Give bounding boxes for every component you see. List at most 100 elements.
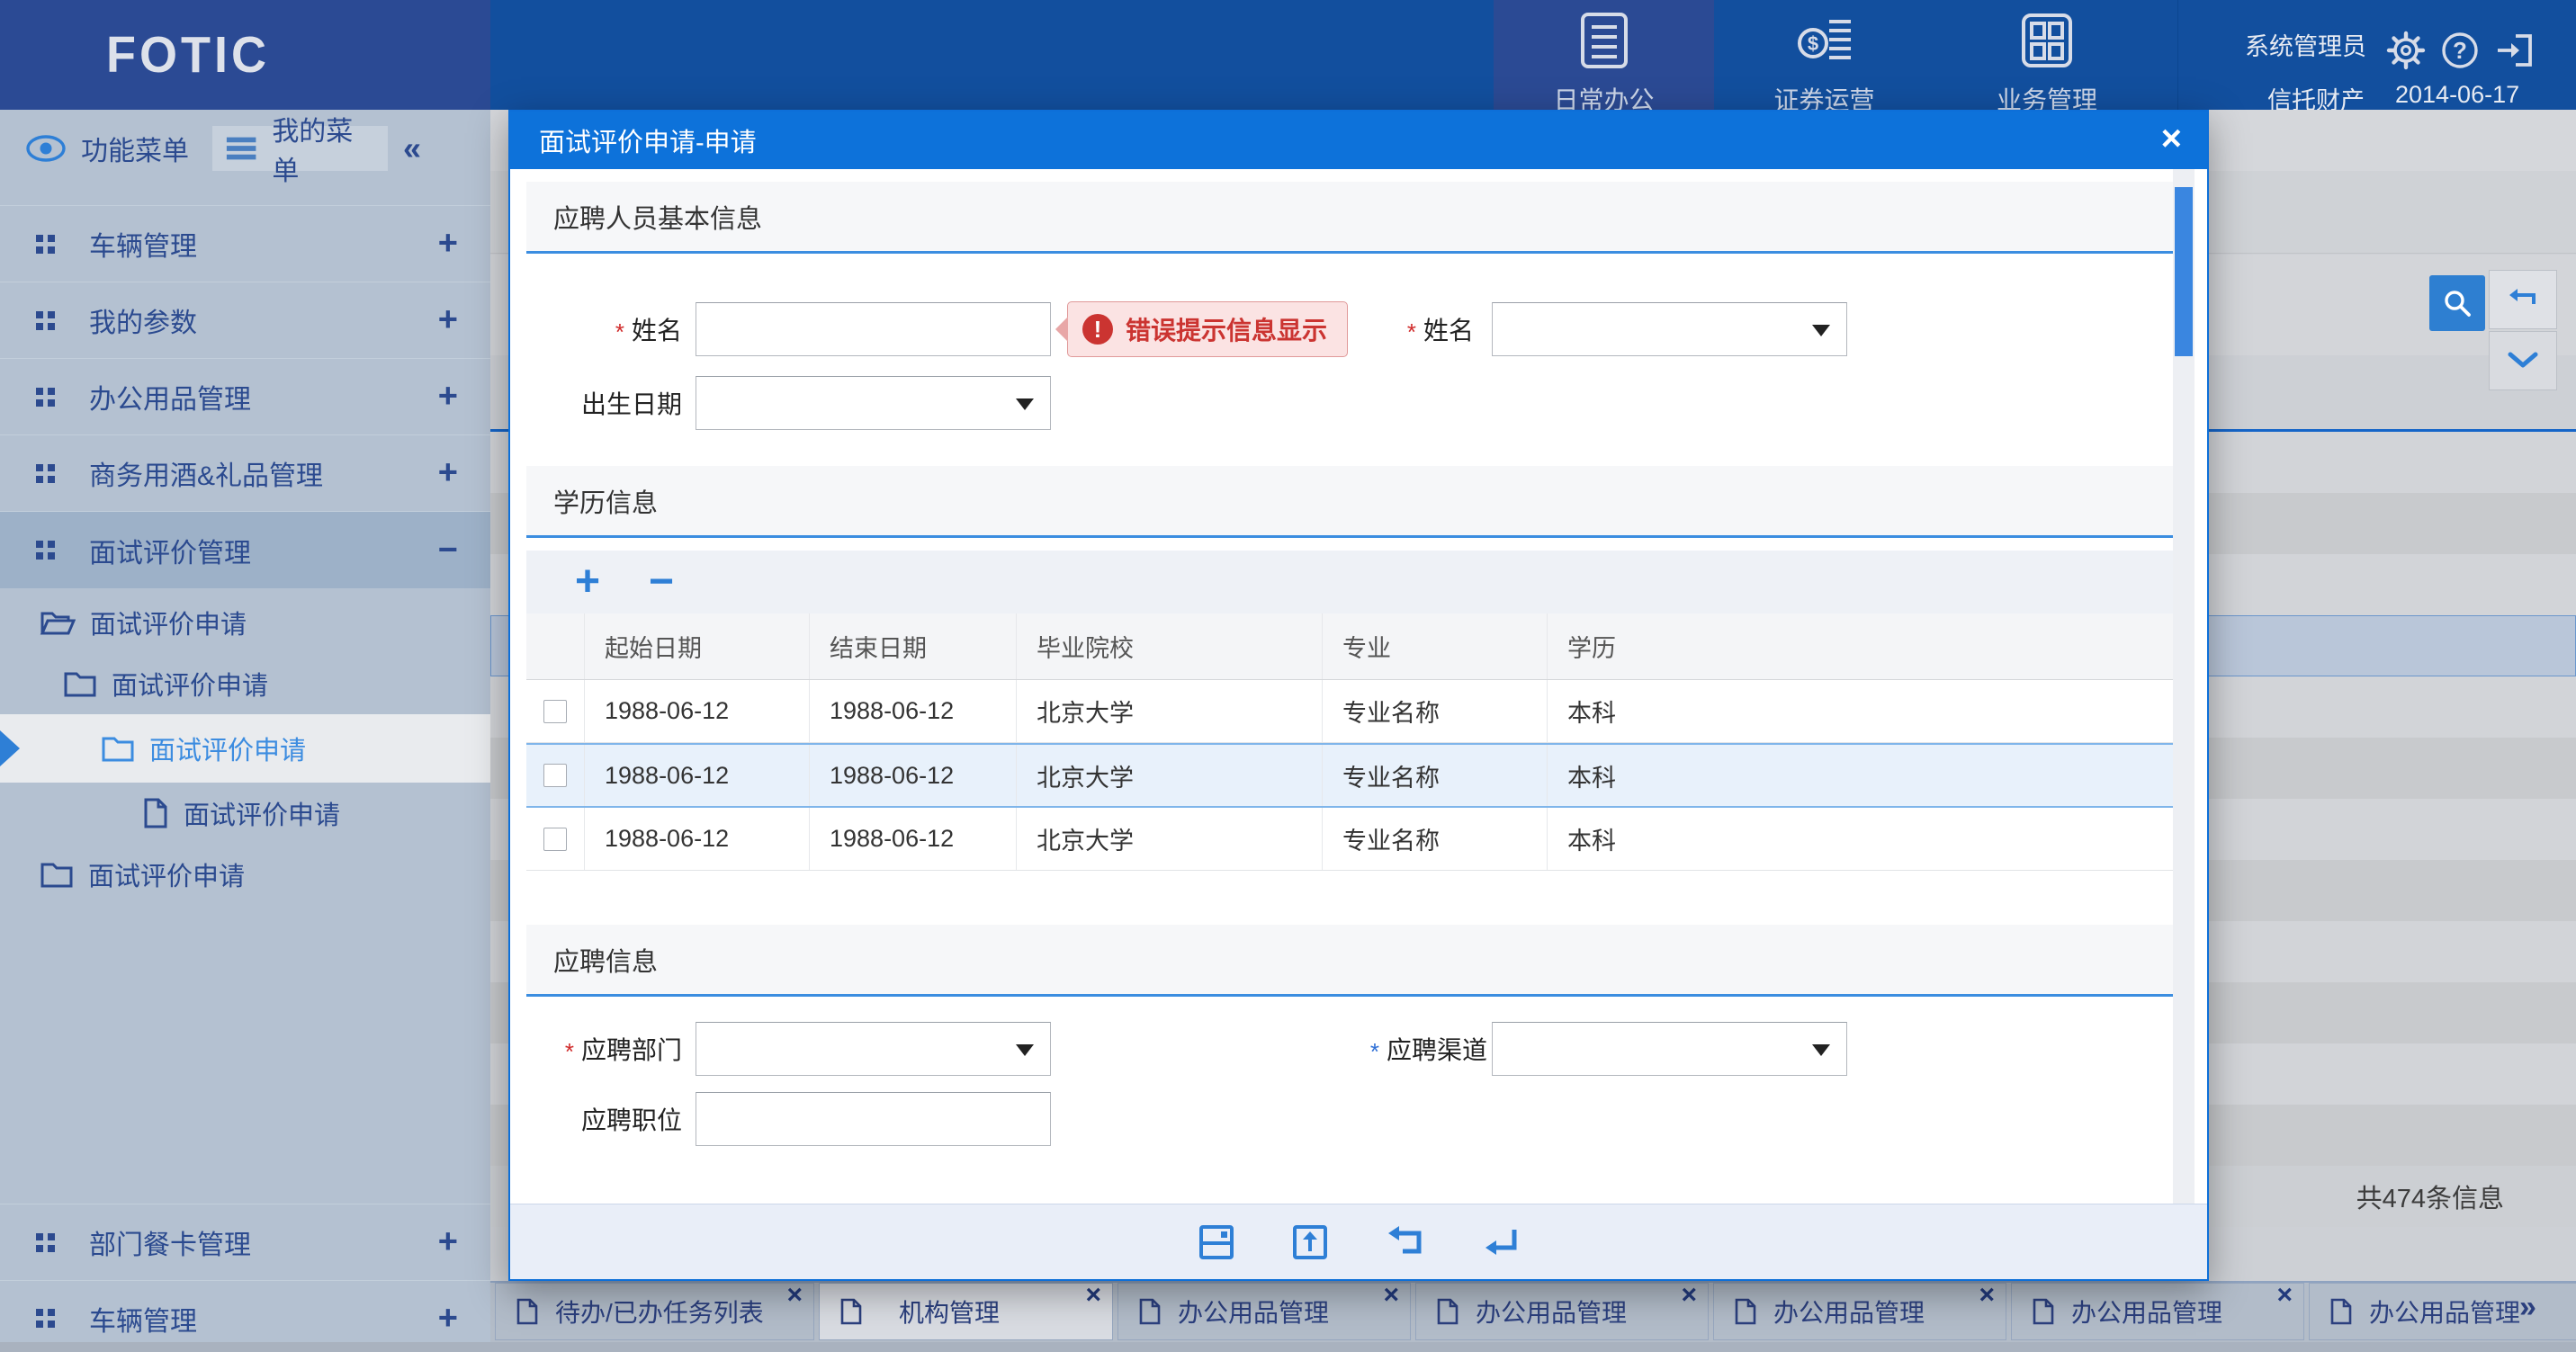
expand-search-button[interactable]	[2489, 331, 2557, 390]
save-button[interactable]	[1198, 1223, 1235, 1261]
tab-close-icon[interactable]: ×	[786, 1280, 803, 1311]
apply-dept-dropdown[interactable]	[696, 1022, 1051, 1076]
modal-scrollbar[interactable]	[2173, 169, 2195, 1204]
sidebar-item-interview-eval-mgmt[interactable]: 面试评价管理 −	[0, 511, 490, 588]
tab-close-icon[interactable]: ×	[1681, 1280, 1697, 1311]
folder-open-icon	[40, 608, 76, 637]
expand-icon[interactable]: +	[438, 301, 458, 340]
settings-button[interactable]	[2386, 31, 2426, 70]
modal-close-icon[interactable]: ×	[2161, 121, 2182, 157]
expand-icon[interactable]: +	[438, 378, 458, 416]
svg-text:?: ?	[2453, 37, 2467, 64]
logout-button[interactable]	[2494, 31, 2536, 70]
apply-position-label: 应聘职位	[537, 1092, 682, 1146]
tree-item-interview-application-selected[interactable]: 面试评价申请	[0, 714, 490, 783]
sidebar-item-my-params[interactable]: 我的参数 +	[0, 282, 490, 358]
apply-position-input[interactable]	[696, 1092, 1051, 1146]
help-button[interactable]: ?	[2440, 31, 2480, 70]
document-list-icon	[1577, 11, 1631, 70]
required-mark: *	[1407, 318, 1416, 346]
tree-item-interview-application[interactable]: 面试评价申请	[0, 783, 490, 844]
section-title: 应聘信息	[553, 941, 658, 979]
app-header: FOTIC 日常办公 $	[0, 0, 2576, 110]
document-icon	[516, 1297, 539, 1326]
nav-item-securities-ops[interactable]: $ 证券运营	[1714, 0, 1934, 110]
sidebar-item-dept-meal-card[interactable]: 部门餐卡管理 +	[0, 1204, 490, 1280]
tab-office-supplies[interactable]: 办公用品管理 ×	[2011, 1283, 2304, 1340]
folder-icon	[101, 734, 135, 763]
name-input[interactable]	[696, 302, 1051, 356]
sidebar-collapse-button[interactable]: «	[403, 130, 421, 167]
sidebar-item-vehicle-mgmt[interactable]: 车辆管理 +	[0, 205, 490, 282]
nav-item-daily-office[interactable]: 日常办公	[1494, 0, 1714, 110]
add-row-button[interactable]: +	[575, 564, 600, 600]
section-title: 应聘人员基本信息	[553, 198, 762, 236]
name2-label: * 姓名	[1356, 302, 1474, 356]
tab-todo-task-list[interactable]: 待办/已办任务列表 ×	[495, 1283, 814, 1340]
table-row[interactable]: 1988-06-12 1988-06-12 北京大学 专业名称 本科	[526, 680, 2173, 743]
tooltip-arrow-icon	[1055, 317, 1068, 342]
error-icon: !	[1082, 314, 1113, 345]
row-checkbox[interactable]	[543, 700, 567, 723]
tree-item-interview-application[interactable]: 面试评价申请	[0, 653, 490, 714]
upload-icon	[1291, 1223, 1329, 1261]
column-header: 结束日期	[810, 613, 1017, 679]
tab-close-icon[interactable]: ×	[1383, 1280, 1399, 1311]
expand-icon[interactable]: +	[438, 1223, 458, 1262]
user-name: 系统管理员	[2195, 29, 2366, 65]
upload-button[interactable]	[1291, 1223, 1329, 1261]
expand-icon[interactable]: +	[438, 225, 458, 264]
table-row-selected[interactable]: 1988-06-12 1988-06-12 北京大学 专业名称 本科	[526, 743, 2173, 808]
sidebar-item-vehicle-mgmt-2[interactable]: 车辆管理 +	[0, 1280, 490, 1352]
undo-button[interactable]	[1385, 1224, 1424, 1260]
scrollbar-thumb[interactable]	[2175, 187, 2193, 356]
tab-function-menu-label: 功能菜单	[81, 129, 189, 168]
enter-button[interactable]	[1480, 1224, 1520, 1260]
eye-icon	[25, 134, 67, 163]
selection-pointer-icon	[0, 730, 20, 766]
apply-channel-dropdown[interactable]	[1492, 1022, 1847, 1076]
tab-close-icon[interactable]: ×	[1979, 1280, 1995, 1311]
logout-icon	[2494, 31, 2536, 70]
tab-close-icon[interactable]: ×	[1085, 1280, 1101, 1311]
sidebar-tabs: 功能菜单 我的菜单 «	[0, 126, 490, 171]
sidebar-item-business-wine-gifts[interactable]: 商务用酒&礼品管理 +	[0, 434, 490, 511]
row-checkbox[interactable]	[543, 828, 567, 851]
tree-item-interview-application[interactable]: 面试评价申请	[0, 844, 490, 905]
nav-item-business-mgmt[interactable]: 业务管理	[1934, 0, 2159, 110]
education-table: 起始日期 结束日期 毕业院校 专业 学历 1988-06-12 1988-06-…	[526, 613, 2173, 871]
modal-titlebar: 面试评价申请-申请 ×	[510, 112, 2207, 169]
search-button[interactable]	[2429, 275, 2485, 331]
remove-row-button[interactable]: −	[649, 564, 674, 600]
column-header: 学历	[1548, 613, 2173, 679]
tab-overflow-chevron[interactable]: »	[2519, 1290, 2536, 1325]
collapse-minus-icon[interactable]: −	[438, 531, 458, 569]
tab-office-supplies[interactable]: 办公用品管理 ×	[1415, 1283, 1709, 1340]
section-education: 学历信息	[526, 466, 2173, 538]
document-icon	[839, 1297, 863, 1326]
tree-item-interview-application[interactable]: 面试评价申请	[0, 592, 490, 653]
table-row[interactable]: 1988-06-12 1988-06-12 北京大学 专业名称 本科	[526, 808, 2173, 871]
tab-office-supplies[interactable]: 办公用品管理 ×	[1713, 1283, 2006, 1340]
nav-item-label: 证券运营	[1714, 81, 1934, 110]
tab-my-menu[interactable]: 我的菜单	[212, 126, 388, 171]
grip-icon	[36, 311, 55, 330]
logo-block: FOTIC	[0, 0, 490, 110]
expand-icon[interactable]: +	[438, 454, 458, 493]
row-checkbox[interactable]	[543, 764, 567, 787]
error-tooltip: ! 错误提示信息显示	[1067, 301, 1348, 357]
tab-close-icon[interactable]: ×	[2276, 1280, 2293, 1311]
reset-search-button[interactable]	[2489, 270, 2557, 329]
expand-icon[interactable]: +	[438, 1299, 458, 1338]
coin-report-icon: $	[1795, 11, 1854, 70]
tab-function-menu[interactable]: 功能菜单	[13, 126, 203, 171]
name2-dropdown[interactable]	[1492, 302, 1847, 356]
sidebar-item-office-supplies[interactable]: 办公用品管理 +	[0, 358, 490, 434]
document-icon	[1734, 1297, 1757, 1326]
birthdate-dropdown[interactable]	[696, 376, 1051, 430]
svg-text:$: $	[1807, 32, 1818, 55]
header-date: 2014-06-17	[2395, 81, 2519, 109]
tab-office-supplies[interactable]: 办公用品管理 ×	[1117, 1283, 1411, 1340]
tab-org-mgmt[interactable]: 机构管理 ×	[819, 1283, 1113, 1340]
app-grid-icon	[2019, 11, 2075, 70]
